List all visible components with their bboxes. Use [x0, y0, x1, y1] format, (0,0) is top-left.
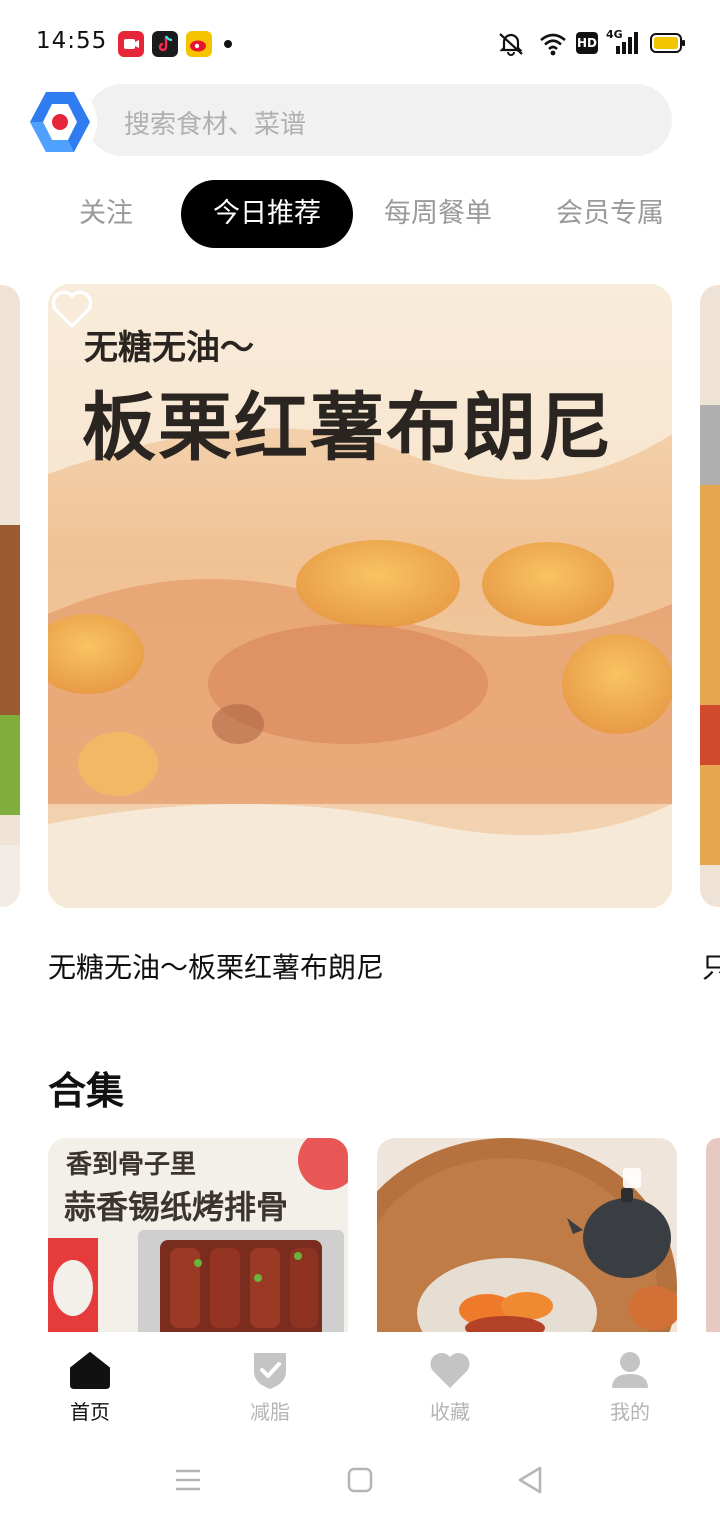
collection-title: 蒜香锡纸烤排骨 [64, 1188, 289, 1226]
weibo-icon [186, 31, 212, 57]
tab-today-recommend[interactable]: 今日推荐 [181, 180, 353, 248]
collection-image [377, 1138, 677, 1338]
mute-icon [499, 33, 523, 56]
bottom-nav: 首页 减脂 收藏 我的 [0, 1332, 720, 1440]
featured-recipe-title[interactable]: 无糖无油～板栗红薯布朗尼 [48, 946, 384, 986]
next-recipe-card[interactable] [700, 285, 720, 907]
featured-overlay-subtitle: 无糖无油～ [84, 328, 254, 368]
user-icon [612, 1352, 648, 1388]
system-nav-bar [0, 1440, 720, 1520]
nav-label-home: 首页 [70, 1400, 110, 1424]
nav-item-favorites[interactable]: 收藏 [390, 1350, 510, 1425]
tiktok-icon [152, 31, 178, 57]
tab-member-exclusive[interactable]: 会员专属 [548, 180, 672, 248]
previous-recipe-card[interactable] [0, 285, 20, 907]
featured-overlay-title: 板栗红薯布朗尼 [82, 385, 614, 471]
tab-weekly-menu[interactable]: 每周餐单 [376, 180, 500, 248]
menu-icon[interactable] [170, 1462, 206, 1498]
wifi-icon [540, 33, 566, 56]
shield-check-icon [254, 1353, 286, 1389]
nav-label-favorites: 收藏 [430, 1400, 470, 1424]
featured-recipe-card[interactable]: 无糖无油～ 板栗红薯布朗尼 [48, 284, 672, 908]
collection-card[interactable] [377, 1138, 677, 1338]
tab-follow[interactable]: 关注 [60, 180, 152, 248]
nav-label-fat-loss: 减脂 [250, 1400, 290, 1424]
nav-item-fat-loss[interactable]: 减脂 [210, 1350, 330, 1425]
collection-card[interactable]: 香到骨子里 蒜香锡纸烤排骨 [48, 1138, 348, 1338]
status-time: 14:55 [36, 28, 108, 54]
status-bar: 14:55 HD 4G [0, 0, 720, 88]
4g-signal-icon [616, 32, 638, 54]
hd-icon: HD [576, 32, 598, 54]
next-recipe-title[interactable]: 只 [702, 946, 720, 986]
battery-icon [650, 33, 685, 53]
screen-recorder-icon [118, 31, 144, 57]
nav-item-profile[interactable]: 我的 [570, 1350, 690, 1425]
home-icon [70, 1352, 110, 1389]
notification-dot [224, 40, 232, 48]
nav-label-profile: 我的 [610, 1400, 650, 1424]
collection-card-peek[interactable] [706, 1138, 720, 1338]
heart-icon [430, 1352, 470, 1388]
collection-subtitle: 香到骨子里 [66, 1150, 197, 1180]
app-logo [23, 85, 97, 159]
search-placeholder[interactable]: 搜索食材、菜谱 [124, 104, 306, 141]
back-icon[interactable] [512, 1462, 548, 1498]
search-bar[interactable]: 搜索食材、菜谱 [86, 84, 672, 156]
nav-item-home[interactable]: 首页 [30, 1350, 150, 1425]
favorite-heart-icon[interactable] [48, 284, 96, 332]
home-square-icon[interactable] [342, 1462, 378, 1498]
collections-heading: 合集 [48, 1069, 125, 1113]
